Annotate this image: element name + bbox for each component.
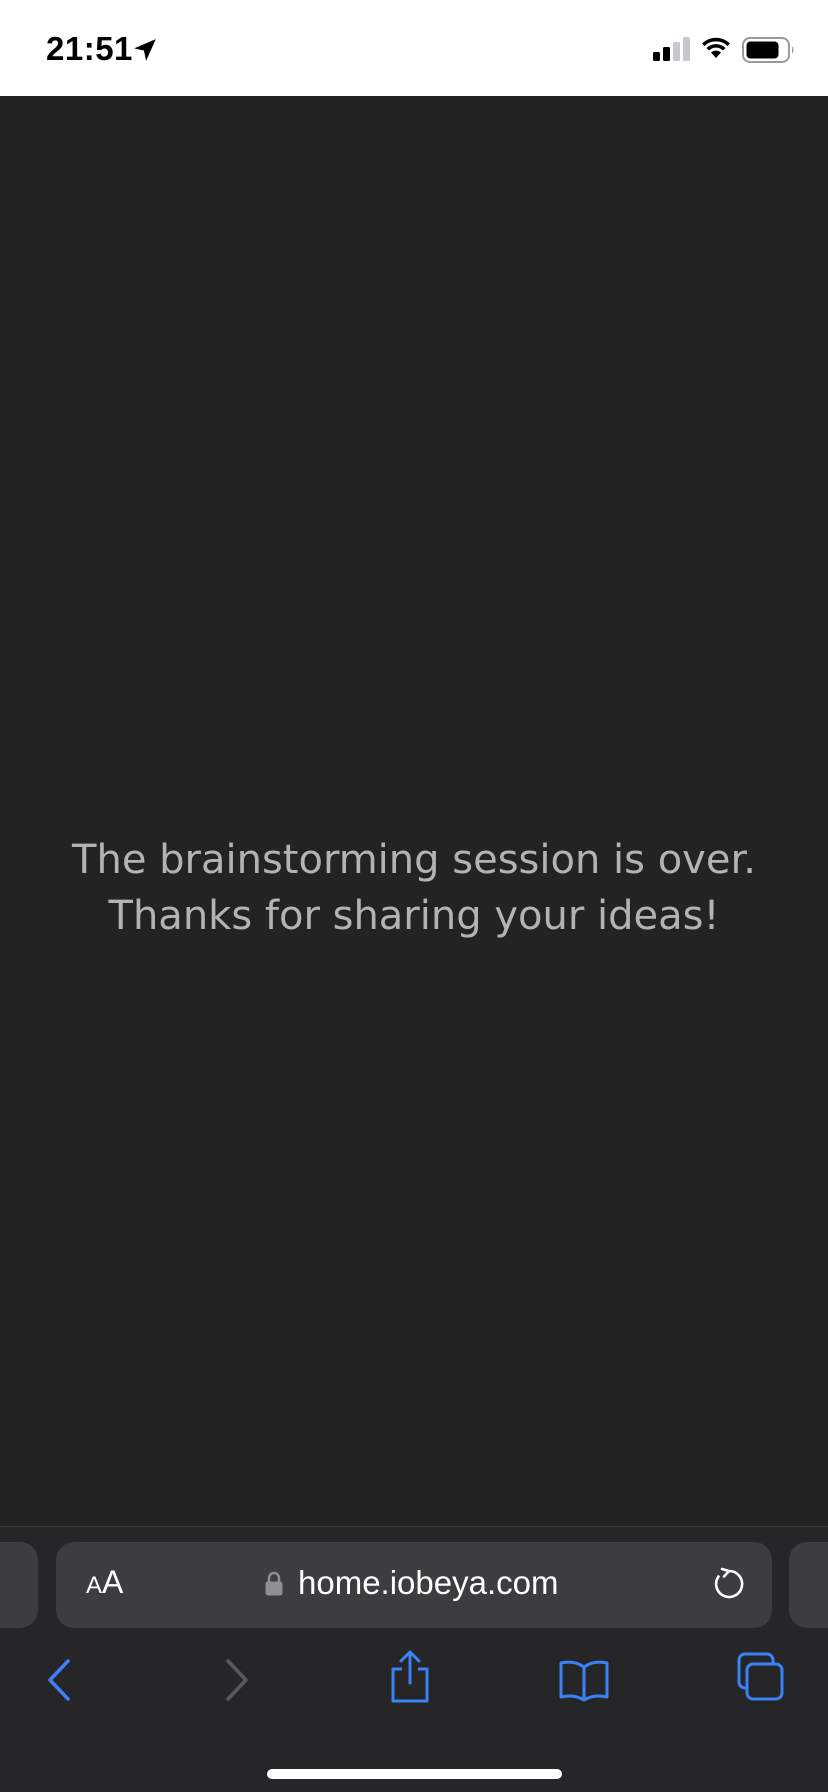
bookmarks-icon[interactable]	[558, 1655, 610, 1705]
address-bar[interactable]: AA home.iobeya.com	[56, 1542, 772, 1628]
url-text[interactable]: home.iobeya.com	[298, 1564, 558, 1602]
status-bar: 21:51	[0, 0, 828, 96]
location-arrow-icon	[134, 39, 156, 61]
previous-tab-preview[interactable]	[0, 1542, 38, 1628]
text-size-label-large: A	[102, 1564, 124, 1600]
status-time: 21:51	[46, 30, 133, 67]
safari-bottom-bar: AA home.iobeya.com	[0, 1526, 828, 1792]
signal-icon	[653, 37, 690, 61]
share-icon[interactable]	[388, 1649, 432, 1705]
wifi-icon	[702, 37, 730, 58]
web-content: The brainstorming session is over. Thank…	[0, 96, 828, 1526]
battery-icon	[742, 37, 794, 63]
tabs-icon[interactable]	[736, 1651, 786, 1703]
next-tab-preview[interactable]	[789, 1542, 828, 1628]
back-icon[interactable]	[40, 1655, 80, 1705]
reload-icon[interactable]	[711, 1566, 747, 1602]
home-indicator	[267, 1769, 562, 1779]
text-size-button[interactable]: AA	[86, 1564, 123, 1601]
message-line-1: The brainstorming session is over.	[72, 837, 756, 883]
session-over-message: The brainstorming session is over. Thank…	[0, 832, 828, 944]
lock-icon	[265, 1571, 283, 1596]
forward-icon[interactable]	[216, 1655, 256, 1705]
message-line-2: Thanks for sharing your ideas!	[108, 893, 720, 939]
text-size-label-small: A	[86, 1572, 103, 1599]
